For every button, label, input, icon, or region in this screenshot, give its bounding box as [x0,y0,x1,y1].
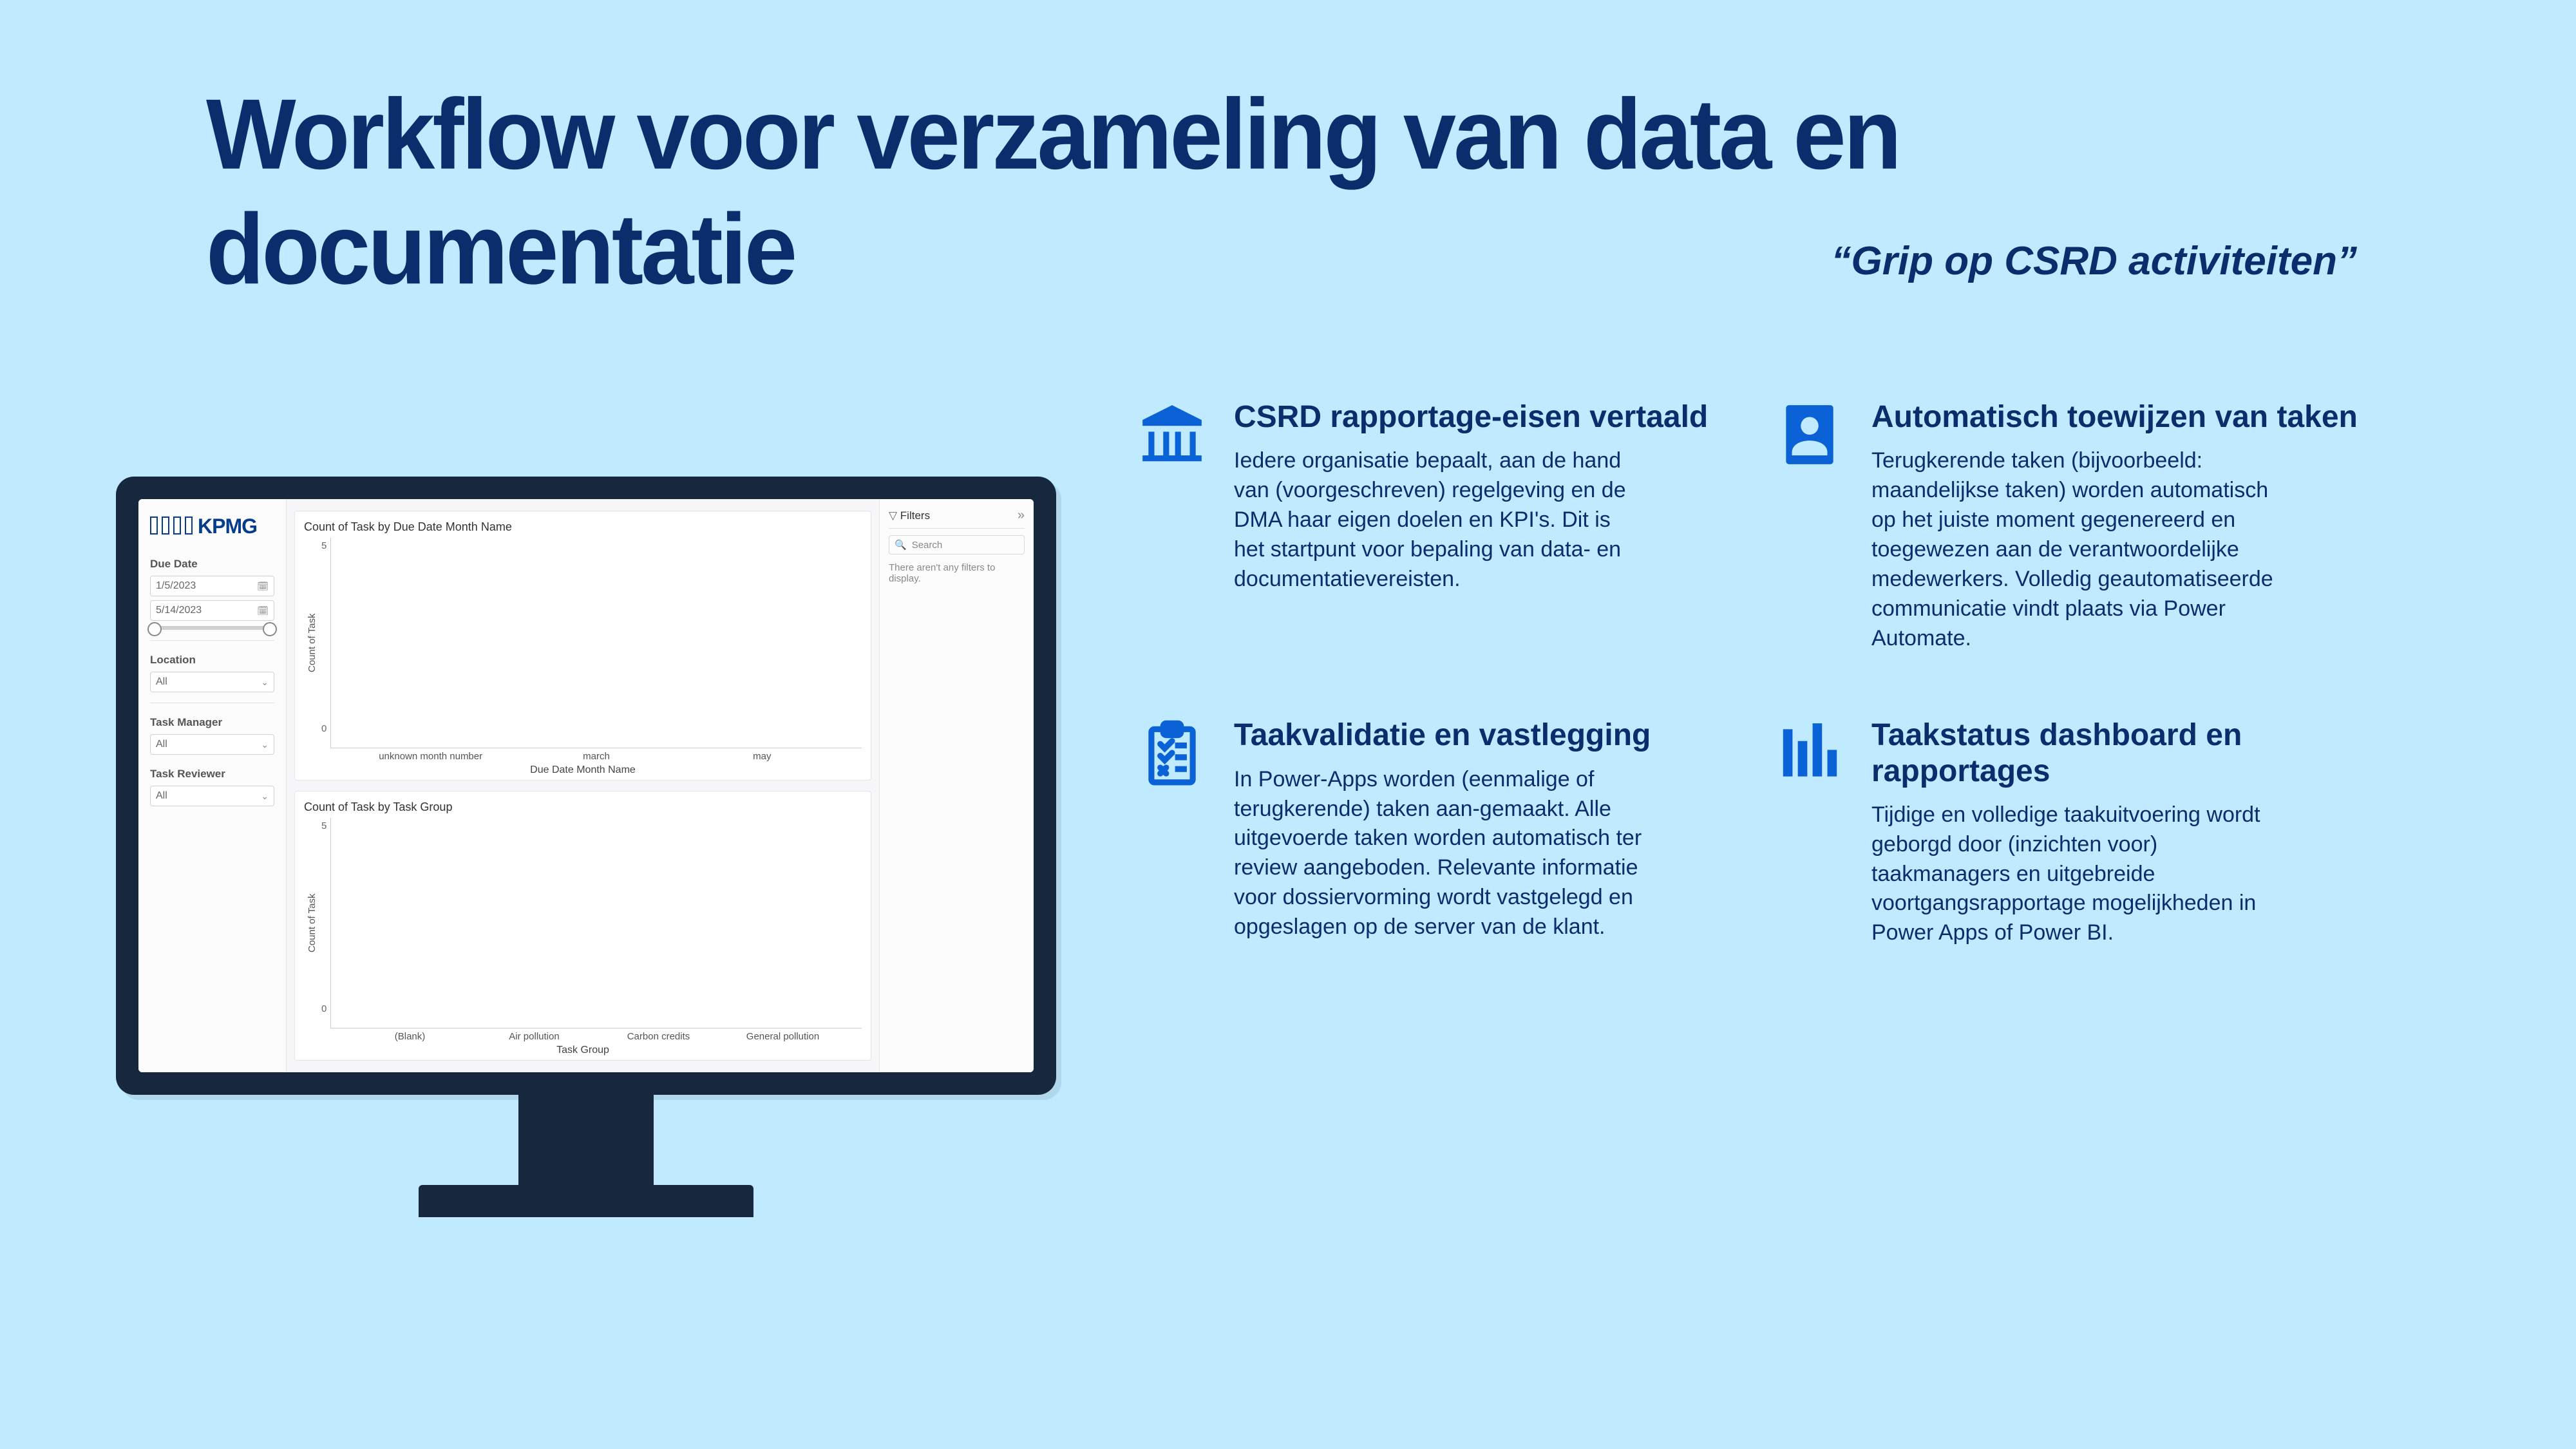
date-range-slider[interactable] [150,626,274,630]
chart-yticks: 5 0 [320,538,330,748]
due-date-label: Due Date [150,558,274,571]
feature-title: Taakvalidatie en vastlegging [1234,717,1651,753]
feature-block: Automatisch toewijzen van taken Terugkere… [1771,399,2370,653]
task-manager-select[interactable]: All ⌄ [150,734,274,755]
chevron-down-icon: ⌄ [261,791,269,802]
feature-text: Taakstatus dashboard en rapportages Tijdi… [1871,717,2370,948]
filters-empty-note: There aren't any filters to display. [889,562,1025,584]
monitor-stand-neck [518,1095,654,1185]
chart-xlabel: Task Group [304,1042,862,1057]
filters-header: Filters [900,509,1018,522]
contact-card-icon [1771,399,1848,477]
dashboard-sidebar: KPMG Due Date 1/5/2023 🗓 5/14/2023 🗓 [138,499,287,1072]
chart-xtick: unknown month number [348,748,513,762]
date-to-value: 5/14/2023 [156,605,202,616]
chart-ylabel: Count of Task [304,538,320,748]
chart-xlabel: Due Date Month Name [304,762,862,777]
date-from-field[interactable]: 1/5/2023 🗓 [150,576,274,596]
feature-grid: CSRD rapportage-eisen vertaald Iedere org… [1133,399,2370,1410]
chart-xtick: may [679,748,845,762]
feature-body: Terugkerende taken (bijvoorbeeld: maande… [1871,446,2284,653]
chart-plot [330,538,862,748]
clipboard-check-icon [1133,717,1211,795]
bar-chart-icon [1771,717,1848,795]
chart-yticks: 5 0 [320,818,330,1028]
date-to-field[interactable]: 5/14/2023 🗓 [150,600,274,621]
chart-xtick: General pollution [721,1028,845,1042]
feature-block: Taakvalidatie en vastlegging In Power-App… [1133,717,1732,948]
filters-search-placeholder: Search [912,540,943,551]
task-reviewer-select[interactable]: All ⌄ [150,786,274,806]
task-reviewer-value: All [156,790,167,802]
chart-xtick: march [513,748,679,762]
expand-icon[interactable]: » [1018,508,1025,523]
dashboard-screenshot: KPMG Due Date 1/5/2023 🗓 5/14/2023 🗓 [138,499,1034,1072]
kpmg-logo-text: KPMG [198,515,257,538]
location-value: All [156,676,167,688]
chart-due-date: Count of Task by Due Date Month Name Cou… [294,511,871,781]
feature-block: Taakstatus dashboard en rapportages Tijdi… [1771,717,2370,948]
feature-body: Iedere organisatie bepaalt, aan de hand … [1234,446,1646,594]
calendar-icon: 🗓 [257,605,269,616]
filters-search[interactable]: 🔍 Search [889,535,1025,554]
institution-icon [1133,399,1211,477]
feature-block: CSRD rapportage-eisen vertaald Iedere org… [1133,399,1732,653]
chart-ylabel: Count of Task [304,818,320,1028]
monitor-graphic: KPMG Due Date 1/5/2023 🗓 5/14/2023 🗓 [103,399,1069,1410]
chevron-down-icon: ⌄ [261,739,269,750]
slide: Workflow voor verzameling van data en do… [0,0,2576,1449]
chart-title: Count of Task by Task Group [304,800,862,814]
feature-title: CSRD rapportage-eisen vertaald [1234,399,1708,435]
feature-text: CSRD rapportage-eisen vertaald Iedere org… [1234,399,1708,653]
task-manager-label: Task Manager [150,716,274,729]
chart-plot [330,818,862,1028]
chevron-down-icon: ⌄ [261,677,269,688]
feature-body: In Power-Apps worden (eenmalige of terug… [1234,765,1646,942]
monitor-stand-base [419,1185,753,1217]
chart-xtick: Air pollution [472,1028,596,1042]
chart-xaxis: unknown month numbermarchmay [304,748,862,762]
feature-title: Automatisch toewijzen van taken [1871,399,2358,435]
search-icon: 🔍 [895,539,907,551]
chart-xtick: Carbon credits [596,1028,721,1042]
feature-text: Automatisch toewijzen van taken Terugkere… [1871,399,2358,653]
content-row: KPMG Due Date 1/5/2023 🗓 5/14/2023 🗓 [103,399,2370,1410]
task-reviewer-label: Task Reviewer [150,768,274,781]
chart-xtick: (Blank) [348,1028,472,1042]
feature-body: Tijdige en volledige taakuitvoering word… [1871,800,2284,948]
monitor-bezel: KPMG Due Date 1/5/2023 🗓 5/14/2023 🗓 [116,477,1056,1095]
dashboard-main: Count of Task by Due Date Month Name Cou… [287,499,879,1072]
calendar-icon: 🗓 [257,581,269,592]
date-from-value: 1/5/2023 [156,580,196,592]
chart-title: Count of Task by Due Date Month Name [304,520,862,534]
filters-pane: ▽ Filters » 🔍 Search There aren't any fi… [879,499,1034,1072]
chart-xaxis: (Blank)Air pollutionCarbon creditsGenera… [304,1028,862,1042]
chart-task-group: Count of Task by Task Group Count of Tas… [294,791,871,1061]
feature-text: Taakvalidatie en vastlegging In Power-App… [1234,717,1651,948]
slide-subtitle: “Grip op CSRD activiteiten” [1832,238,2357,284]
task-manager-value: All [156,739,167,750]
feature-title: Taakstatus dashboard en rapportages [1871,717,2370,788]
kpmg-logo-bars-icon [150,516,193,535]
filters-header-icon: ▽ [889,509,900,522]
location-select[interactable]: All ⌄ [150,672,274,692]
kpmg-logo: KPMG [150,515,274,538]
location-label: Location [150,654,274,667]
